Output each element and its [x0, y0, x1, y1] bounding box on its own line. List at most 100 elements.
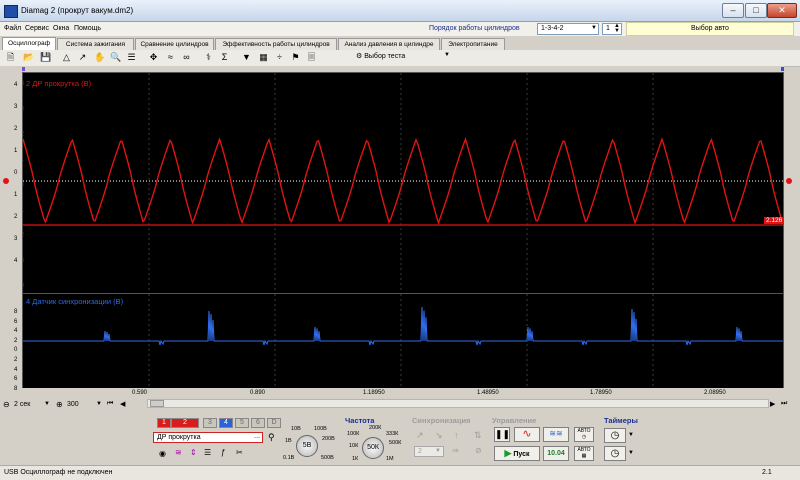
- time-scrollbar[interactable]: [147, 399, 769, 408]
- auto-button-2[interactable]: АВТО ▦: [574, 446, 594, 461]
- prev-frame-icon[interactable]: ◀: [120, 400, 125, 408]
- first-frame-icon[interactable]: ⏮: [107, 400, 113, 408]
- scrollbar-thumb[interactable]: [150, 400, 164, 407]
- left-ruler: 432101234864202468: [0, 66, 22, 396]
- points-value[interactable]: 300: [67, 401, 79, 408]
- filter-icon[interactable]: ▼: [241, 52, 252, 63]
- test-select[interactable]: ⚙ Выбор теста ▼: [356, 52, 450, 64]
- time-plus-icon[interactable]: ⊕: [56, 400, 63, 409]
- wave-icon[interactable]: ≋: [175, 448, 182, 457]
- tab-ignition[interactable]: Система зажигания: [57, 38, 134, 50]
- channel-tab-2[interactable]: 2: [171, 418, 199, 428]
- function-icon[interactable]: ƒ: [221, 448, 225, 457]
- last-frame-icon[interactable]: ⏭: [781, 400, 787, 408]
- probe-icon[interactable]: ⚲: [268, 432, 275, 443]
- browse-button[interactable]: ...: [254, 433, 260, 440]
- dropdown-arrow-icon[interactable]: ▼: [96, 401, 102, 407]
- magnifier-icon[interactable]: 🔍: [110, 52, 121, 63]
- hold-icon[interactable]: ⇅: [474, 430, 482, 441]
- maximize-button[interactable]: □: [745, 3, 767, 18]
- table-icon[interactable]: ▦: [258, 52, 269, 63]
- timer-2-button[interactable]: ◷: [604, 446, 626, 461]
- flag-icon[interactable]: ⚑: [290, 52, 301, 63]
- menu-help[interactable]: Помощь: [74, 25, 101, 32]
- divide-icon[interactable]: ÷: [274, 52, 285, 63]
- expand-icon[interactable]: ✥: [148, 52, 159, 63]
- cursor-marker-left[interactable]: [22, 67, 25, 71]
- rising-edge-icon[interactable]: ↗: [416, 430, 424, 441]
- channel-tab-3[interactable]: 3: [203, 418, 217, 428]
- ch1-tick-label: 1: [22, 157, 25, 163]
- dropdown-arrow-icon[interactable]: ▼: [44, 401, 50, 407]
- sine-mode-button[interactable]: ∿: [514, 427, 540, 442]
- multi-wave-button[interactable]: ≋≋: [543, 427, 569, 442]
- sync-mode-icon[interactable]: ⇒: [452, 446, 459, 455]
- dropdown-arrow-icon[interactable]: ▼: [628, 450, 634, 456]
- new-file-icon[interactable]: 🗎: [5, 52, 16, 63]
- tab-cylinder-efficiency[interactable]: Эффективность работы цилиндров: [215, 38, 337, 50]
- zoom-out-icon[interactable]: △: [61, 52, 72, 63]
- tab-cylinder-compare[interactable]: Сравнение цилиндров: [135, 38, 214, 50]
- ch1-axis-tick: 2: [14, 126, 18, 132]
- document-icon[interactable]: 🗏: [306, 52, 317, 63]
- start-button[interactable]: ▶ Пуск: [494, 446, 540, 461]
- time-minus-icon[interactable]: ⊖: [3, 400, 10, 409]
- ch1-zero-marker-right[interactable]: [786, 178, 792, 184]
- select-auto-button[interactable]: Выбор авто: [626, 22, 794, 36]
- hand-icon[interactable]: ✋: [94, 52, 105, 63]
- close-button[interactable]: ✕: [767, 3, 797, 18]
- formula-icon[interactable]: Σ: [219, 52, 230, 63]
- ch1-axis-tick: 3: [14, 104, 18, 110]
- cylinder-order-select[interactable]: 1-3-4-2 ▼: [537, 23, 599, 35]
- cylinder-spinner[interactable]: 1 ▲ ▼: [602, 23, 622, 35]
- zoom-cursor-icon[interactable]: ↗: [77, 52, 88, 63]
- freq-label-200k: 200К: [369, 425, 382, 431]
- cursor-marker-right[interactable]: [781, 67, 784, 71]
- menu-service[interactable]: Сервис: [25, 25, 49, 32]
- wave-icon[interactable]: ≈: [165, 52, 176, 63]
- level-icon[interactable]: ↑: [454, 430, 459, 440]
- tab-power[interactable]: Электропитание: [441, 38, 505, 50]
- minimize-button[interactable]: –: [722, 3, 744, 18]
- oscilloscope-channel-2[interactable]: [22, 293, 784, 391]
- layers-icon[interactable]: ☰: [126, 52, 137, 63]
- input-name-field[interactable]: ДР прокрутка ...: [153, 432, 263, 443]
- channel-tab-1[interactable]: 1: [157, 418, 171, 428]
- pause-button[interactable]: ❚❚: [494, 427, 510, 442]
- tab-pressure-analysis[interactable]: Анализ давления в цилиндре: [338, 38, 440, 50]
- channel-tab-4[interactable]: 4: [219, 418, 233, 428]
- ch1-axis-tick: 4: [14, 258, 18, 264]
- tools-icon[interactable]: ✂: [236, 448, 243, 457]
- falling-edge-icon[interactable]: ↘: [435, 430, 443, 441]
- eye-icon[interactable]: ◉: [159, 449, 166, 458]
- frequency-knob[interactable]: 50К: [362, 437, 384, 459]
- open-folder-icon[interactable]: 📂: [23, 52, 34, 63]
- tab-oscilloscope[interactable]: Осциллограф: [2, 37, 56, 50]
- vertical-scale-icon[interactable]: ⇕: [190, 448, 197, 457]
- dropdown-arrow-icon[interactable]: ▼: [628, 432, 634, 438]
- timers-title: Таймеры: [604, 416, 638, 425]
- sync-reset-icon[interactable]: ⊘: [475, 446, 482, 455]
- overlay-icon[interactable]: ∞: [181, 52, 192, 63]
- probe-icon[interactable]: ⚕: [203, 52, 214, 63]
- app-icon: [4, 5, 18, 18]
- menu-windows[interactable]: Окна: [53, 25, 69, 32]
- sync-channel-select[interactable]: 2 ▼: [414, 446, 444, 457]
- oscilloscope-channel-1[interactable]: 4 3 2 1 0 1 2 3 4: [22, 72, 784, 294]
- ch1-zero-marker[interactable]: [3, 178, 9, 184]
- channel-tab-6[interactable]: 6: [251, 418, 265, 428]
- timer-1-button[interactable]: ◷: [604, 428, 626, 443]
- ch1-axis-tick: 0: [14, 170, 18, 176]
- freq-label-500k: 500К: [389, 440, 402, 446]
- channel-tab-d[interactable]: D: [267, 418, 281, 428]
- save-icon[interactable]: 💾: [40, 52, 51, 63]
- play-icon: ▶: [504, 448, 512, 458]
- ch1-tick-label: 4: [22, 81, 25, 87]
- auto-button-1[interactable]: АВТО ◷: [574, 427, 594, 442]
- menu-file[interactable]: Файл: [4, 25, 21, 32]
- voltage-knob[interactable]: 5В: [296, 435, 318, 457]
- channel-tab-5[interactable]: 5: [235, 418, 249, 428]
- next-frame-icon[interactable]: ▶: [770, 400, 775, 408]
- lines-icon[interactable]: ☰: [204, 448, 211, 457]
- time-scale[interactable]: 2 сек: [14, 401, 30, 408]
